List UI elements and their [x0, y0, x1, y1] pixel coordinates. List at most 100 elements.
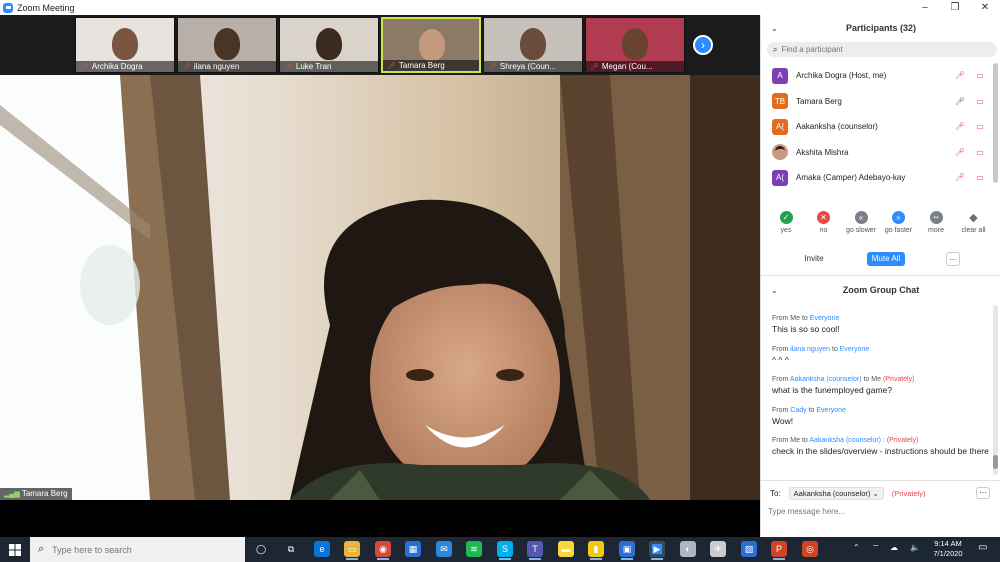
video-off-icon[interactable]: ▭ — [973, 173, 987, 182]
chat-recipient[interactable]: Aakanksha (counselor) : — [809, 437, 884, 444]
chat-more-button[interactable]: ··· — [976, 487, 990, 499]
participant-face — [622, 28, 648, 60]
teams-icon[interactable]: T — [527, 541, 543, 560]
powerbi-icon[interactable]: ▮ — [588, 541, 604, 560]
chrome-icon[interactable]: ◉ — [375, 541, 391, 560]
reaction-go-faster-button[interactable]: » go faster — [879, 211, 919, 234]
mic-muted-icon[interactable]: 🎤︎ — [953, 122, 967, 131]
reaction-icon: ✓ — [779, 211, 793, 224]
thumbnail-name: 🎤︎ ilana nguyen — [178, 61, 276, 72]
chat-sender[interactable]: Me — [790, 437, 800, 444]
mic-muted-icon[interactable]: 🎤︎ — [953, 173, 967, 182]
chat-message-input[interactable] — [768, 505, 993, 518]
flight-icon[interactable]: ✈ — [710, 541, 726, 557]
store-icon[interactable]: ▦ — [405, 541, 421, 557]
speaker-video-frame — [0, 75, 760, 500]
mic-muted-icon[interactable]: 🎤︎ — [953, 148, 967, 157]
participants-scrollbar[interactable] — [993, 63, 998, 183]
find-participant-box[interactable]: ⌕ — [767, 42, 997, 57]
mic-muted-icon: 🎤︎ — [182, 64, 191, 71]
reaction-go-slower-button[interactable]: «go slower — [841, 211, 881, 234]
task-view-icon[interactable]: ⧉ — [283, 541, 299, 557]
reaction-more-button[interactable]: ••• more — [916, 211, 956, 234]
find-participant-input[interactable] — [781, 45, 982, 54]
chat-sender[interactable]: ilana nguyen — [790, 346, 830, 353]
close-button[interactable]: ✕ — [970, 0, 1000, 15]
active-speaker-video[interactable] — [0, 75, 760, 500]
taskbar-search-input[interactable] — [52, 544, 223, 555]
reaction-no-button[interactable]: ✕ no — [804, 211, 844, 234]
zoom-icon[interactable]: ▶ — [649, 541, 665, 560]
video-off-icon[interactable]: ▭ — [973, 148, 987, 157]
mic-muted-icon[interactable]: 🎤︎ — [953, 71, 967, 80]
chat-sender[interactable]: Aakanksha (counselor) — [790, 376, 862, 383]
video-off-icon[interactable]: ▭ — [973, 71, 987, 80]
sticky-notes-icon[interactable]: ▬ — [558, 541, 574, 557]
participant-row[interactable]: A(Amaka (Camper) Adebayo-kay 🎤︎ ▭ — [761, 165, 993, 190]
invite-button[interactable]: Invite — [799, 252, 829, 266]
file-explorer-icon[interactable]: ▭ — [344, 541, 360, 560]
chat-scroll-thumb[interactable] — [993, 455, 998, 469]
edge-icon[interactable]: e — [314, 541, 330, 557]
mic-icon[interactable]: 🎤︎ — [953, 97, 967, 106]
chevron-down-icon[interactable]: ⌄ — [771, 286, 778, 295]
reaction-clear-all-button[interactable]: ◆ clear all — [954, 211, 994, 234]
chat-sender[interactable]: Cady — [790, 407, 806, 414]
chat-header[interactable]: ⌄ Zoom Group Chat — [761, 277, 1000, 303]
chat-recipient[interactable]: Everyone — [840, 346, 870, 353]
chat-sender[interactable]: Me — [790, 315, 800, 322]
browser-icon[interactable]: ◐ — [680, 541, 696, 557]
chevron-up-icon[interactable]: ⌃ — [853, 543, 860, 552]
recorder-icon[interactable]: ◎ — [802, 541, 818, 557]
skype-icon[interactable]: S — [497, 541, 513, 560]
participant-thumbnail[interactable]: 🎤︎ ilana nguyen — [177, 17, 277, 73]
zoom-logo-icon — [3, 2, 13, 13]
photos-icon[interactable]: ▨ — [741, 541, 757, 557]
cloud-icon[interactable]: ☁ — [890, 543, 898, 552]
system-tray: ⌃ ⌔ ☁ 🔈 9:14 AM 7/1/2020 ▭ — [850, 537, 1000, 562]
task-view-icon[interactable]: ◯ — [253, 541, 269, 557]
participant-thumbnail[interactable]: 🎤︎ Tamara Berg — [381, 17, 481, 73]
participant-row[interactable]: TB Tamara Berg 🎤︎ ▭ — [761, 89, 993, 114]
chat-recipient[interactable]: Me — [871, 376, 881, 383]
maximize-button[interactable]: ❐ — [940, 0, 970, 15]
reaction-icon: ••• — [929, 211, 943, 224]
participant-row[interactable]: A(Aakanksha (counselor) 🎤︎ ▭ — [761, 114, 993, 139]
mail-icon[interactable]: ✉ — [436, 541, 452, 557]
next-page-button[interactable]: › — [693, 35, 713, 55]
network-icon[interactable]: ⌔ — [872, 543, 880, 553]
mic-muted-icon: 🎤︎ — [387, 63, 396, 70]
participants-header[interactable]: ⌄ Participants (32) — [761, 15, 1000, 41]
meeting-controls-area — [0, 500, 760, 537]
notifications-icon[interactable]: ▭ — [978, 542, 987, 553]
video-off-icon[interactable]: ▭ — [973, 97, 987, 106]
participant-thumbnail[interactable]: 🎤︎ Shreya (Coun... — [483, 17, 583, 73]
thumbnail-name: 🎤︎ Archika Dogra — [76, 61, 174, 72]
avatar — [772, 144, 788, 160]
title-bar: Zoom Meeting – ❐ ✕ — [0, 0, 1000, 15]
volume-icon[interactable]: 🔈 — [910, 543, 920, 552]
clock[interactable]: 9:14 AM 7/1/2020 — [930, 539, 966, 559]
taskbar-search[interactable]: ⌕ — [30, 537, 245, 562]
avatar: A( — [772, 118, 788, 135]
spotify-icon[interactable]: ≋ — [466, 541, 482, 557]
mute-all-button[interactable]: Mute All — [867, 252, 905, 266]
start-button[interactable] — [0, 537, 30, 562]
more-options-button[interactable]: ... — [946, 252, 960, 266]
recipient-select[interactable]: Aakanksha (counselor) ⌄ — [788, 486, 884, 500]
chat-scrollbar[interactable] — [993, 305, 998, 475]
participant-buttons: Invite Mute All ... — [761, 252, 1000, 266]
reaction-yes-button[interactable]: ✓ yes — [766, 211, 806, 234]
participant-thumbnail[interactable]: 🎤︎ Megan (Cou... — [585, 17, 685, 73]
participant-row[interactable]: A Archika Dogra (Host, me) 🎤︎ ▭ — [761, 63, 993, 88]
chat-recipient[interactable]: Everyone — [816, 407, 846, 414]
participant-thumbnail[interactable]: 🎤︎ Archika Dogra — [75, 17, 175, 73]
minimize-button[interactable]: – — [910, 0, 940, 15]
powerpoint-icon[interactable]: P — [771, 541, 787, 560]
participant-row[interactable]: Akshita Mishra 🎤︎ ▭ — [761, 140, 993, 165]
chevron-down-icon[interactable]: ⌄ — [771, 24, 778, 33]
participant-thumbnail[interactable]: 🎤︎ Luke Tran — [279, 17, 379, 73]
chat-recipient[interactable]: Everyone — [810, 315, 840, 322]
video-off-icon[interactable]: ▭ — [973, 122, 987, 131]
remote-desktop-icon[interactable]: ▣ — [619, 541, 635, 560]
